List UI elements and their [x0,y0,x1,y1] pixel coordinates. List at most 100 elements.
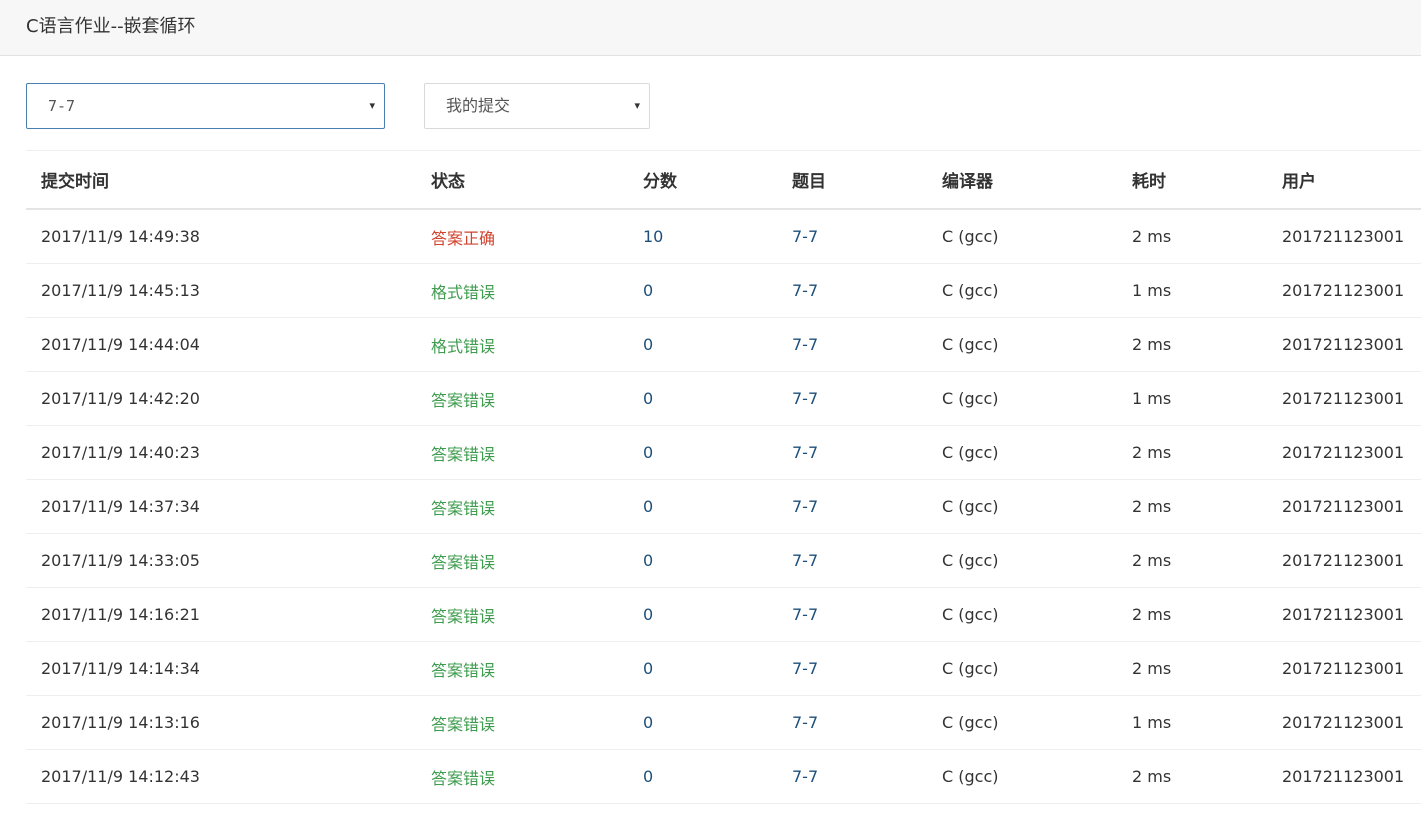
column-header-user: 用户 [1267,151,1421,210]
user-cell: 201721123001 [1267,479,1421,534]
compiler-cell: C (gcc) [927,587,1117,642]
user-cell: 201721123001 [1267,209,1421,264]
table-row[interactable]: 2017/11/9 14:42:20 答案错误 0 7-7 C (gcc) 1 ms 201… [26,371,1421,426]
column-header-compiler: 编译器 [927,151,1117,210]
user-cell: 201721123001 [1267,641,1421,696]
table-header-row: 提交时间 状态 分数 题目 编译器 耗时 用户 [26,151,1421,210]
problem-link[interactable]: 7-7 [777,371,927,426]
user-cell: 201721123001 [1267,695,1421,750]
submit-time-cell: 2017/11/9 14:40:23 [26,425,416,480]
duration-cell: 1 ms [1117,263,1267,318]
submit-time-cell: 2017/11/9 14:49:38 [26,209,416,264]
table-row[interactable]: 2017/11/9 14:13:16 答案错误 0 7-7 C (gcc) 1 ms 201… [26,695,1421,750]
compiler-cell: C (gcc) [927,641,1117,696]
duration-cell: 1 ms [1117,371,1267,426]
status-cell: 格式错误 [416,263,628,318]
problem-select[interactable]: 7-7 ▾ [26,83,385,129]
table-row[interactable]: 2017/11/9 14:40:23 答案错误 0 7-7 C (gcc) 2 ms 201… [26,425,1421,480]
score-cell: 0 [628,641,777,696]
compiler-cell: C (gcc) [927,695,1117,750]
user-cell: 201721123001 [1267,263,1421,318]
duration-cell: 2 ms [1117,749,1267,804]
duration-cell: 2 ms [1117,209,1267,264]
problem-link[interactable]: 7-7 [777,587,927,642]
duration-cell: 2 ms [1117,317,1267,372]
submit-time-cell: 2017/11/9 14:33:05 [26,533,416,588]
table-body: 2017/11/9 14:49:38 答案正确 10 7-7 C (gcc) 2 ms 20… [26,209,1421,804]
problem-link[interactable]: 7-7 [777,317,927,372]
column-header-status: 状态 [416,151,628,210]
user-cell: 201721123001 [1267,587,1421,642]
problem-link[interactable]: 7-7 [777,749,927,804]
submissions-table: 提交时间 状态 分数 题目 编译器 耗时 用户 2017/11/9 14:49:… [26,151,1421,804]
problem-select-value: 7-7 [48,97,76,115]
status-cell: 答案正确 [416,209,628,264]
problem-link[interactable]: 7-7 [777,425,927,480]
problem-link[interactable]: 7-7 [777,263,927,318]
score-cell: 0 [628,317,777,372]
table-row[interactable]: 2017/11/9 14:12:43 答案错误 0 7-7 C (gcc) 2 ms 201… [26,749,1421,804]
compiler-cell: C (gcc) [927,479,1117,534]
column-header-submit-time: 提交时间 [26,151,416,210]
duration-cell: 2 ms [1117,641,1267,696]
score-cell: 0 [628,749,777,804]
status-cell: 答案错误 [416,695,628,750]
submit-time-cell: 2017/11/9 14:12:43 [26,749,416,804]
status-cell: 答案错误 [416,641,628,696]
table-row[interactable]: 2017/11/9 14:37:34 答案错误 0 7-7 C (gcc) 2 ms 201… [26,479,1421,534]
problem-link[interactable]: 7-7 [777,479,927,534]
user-cell: 201721123001 [1267,371,1421,426]
problem-link[interactable]: 7-7 [777,209,927,264]
page-title: C语言作业--嵌套循环 [26,16,196,37]
table-row[interactable]: 2017/11/9 14:44:04 格式错误 0 7-7 C (gcc) 2 ms 201… [26,317,1421,372]
status-cell: 答案错误 [416,749,628,804]
score-cell: 0 [628,533,777,588]
chevron-down-icon: ▾ [634,99,640,112]
problem-link[interactable]: 7-7 [777,641,927,696]
column-header-duration: 耗时 [1117,151,1267,210]
submissions-table-wrapper: 提交时间 状态 分数 题目 编译器 耗时 用户 2017/11/9 14:49:… [26,150,1421,804]
duration-cell: 2 ms [1117,533,1267,588]
top-bar: C语言作业--嵌套循环 [0,0,1421,56]
table-row[interactable]: 2017/11/9 14:33:05 答案错误 0 7-7 C (gcc) 2 ms 201… [26,533,1421,588]
compiler-cell: C (gcc) [927,749,1117,804]
table-row[interactable]: 2017/11/9 14:45:13 格式错误 0 7-7 C (gcc) 1 ms 201… [26,263,1421,318]
problem-link[interactable]: 7-7 [777,695,927,750]
compiler-cell: C (gcc) [927,533,1117,588]
table-row[interactable]: 2017/11/9 14:49:38 答案正确 10 7-7 C (gcc) 2 ms 20… [26,209,1421,264]
column-header-problem: 题目 [777,151,927,210]
table-row[interactable]: 2017/11/9 14:14:34 答案错误 0 7-7 C (gcc) 2 ms 201… [26,641,1421,696]
status-cell: 答案错误 [416,587,628,642]
submit-time-cell: 2017/11/9 14:13:16 [26,695,416,750]
score-cell: 10 [628,209,777,264]
table-row[interactable]: 2017/11/9 14:16:21 答案错误 0 7-7 C (gcc) 2 ms 201… [26,587,1421,642]
submit-time-cell: 2017/11/9 14:42:20 [26,371,416,426]
user-cell: 201721123001 [1267,749,1421,804]
score-cell: 0 [628,371,777,426]
column-header-score: 分数 [628,151,777,210]
duration-cell: 1 ms [1117,695,1267,750]
submit-time-cell: 2017/11/9 14:16:21 [26,587,416,642]
score-cell: 0 [628,263,777,318]
score-cell: 0 [628,695,777,750]
user-cell: 201721123001 [1267,317,1421,372]
submit-time-cell: 2017/11/9 14:14:34 [26,641,416,696]
status-cell: 答案错误 [416,533,628,588]
duration-cell: 2 ms [1117,587,1267,642]
problem-link[interactable]: 7-7 [777,533,927,588]
status-cell: 答案错误 [416,479,628,534]
submit-time-cell: 2017/11/9 14:37:34 [26,479,416,534]
compiler-cell: C (gcc) [927,317,1117,372]
status-cell: 格式错误 [416,317,628,372]
duration-cell: 2 ms [1117,425,1267,480]
submission-scope-value: 我的提交 [446,96,511,115]
compiler-cell: C (gcc) [927,371,1117,426]
compiler-cell: C (gcc) [927,209,1117,264]
status-cell: 答案错误 [416,371,628,426]
score-cell: 0 [628,479,777,534]
status-cell: 答案错误 [416,425,628,480]
user-cell: 201721123001 [1267,533,1421,588]
score-cell: 0 [628,587,777,642]
submit-time-cell: 2017/11/9 14:44:04 [26,317,416,372]
submission-scope-select[interactable]: 我的提交 ▾ [424,83,650,129]
